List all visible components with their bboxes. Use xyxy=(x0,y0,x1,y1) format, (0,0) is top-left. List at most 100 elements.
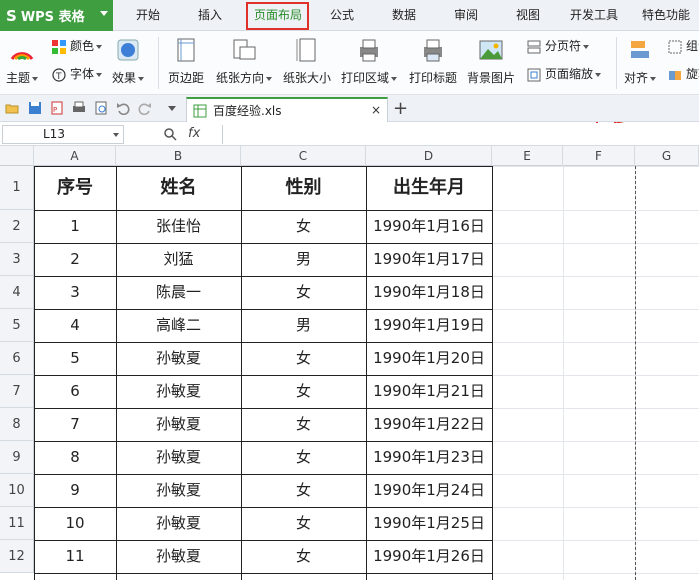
table-cell[interactable]: 1990年1月25日 xyxy=(366,507,492,540)
row-header-5[interactable]: 5 xyxy=(0,309,34,342)
margins-button[interactable]: 页边距 xyxy=(168,37,204,86)
name-box[interactable]: L13 xyxy=(2,125,124,144)
table-cell[interactable]: 1990年1月22日 xyxy=(366,408,492,441)
table-cell[interactable]: 高峰二 xyxy=(116,309,241,342)
table-cell[interactable]: 1 xyxy=(34,210,116,243)
print-icon[interactable] xyxy=(72,101,86,115)
table-cell[interactable]: 女 xyxy=(241,441,366,474)
table-cell[interactable]: 1990年1月26日 xyxy=(366,540,492,573)
row-header-12[interactable]: 12 xyxy=(0,540,34,573)
table-cell[interactable]: 1990年1月17日 xyxy=(366,243,492,276)
rotate-button[interactable]: 旋转 xyxy=(668,65,699,82)
table-header-cell[interactable]: 姓名 xyxy=(116,166,241,210)
row-header-6[interactable]: 6 xyxy=(0,342,34,375)
table-cell[interactable]: 孙敏夏 xyxy=(116,375,241,408)
table-cell[interactable]: 8 xyxy=(34,441,116,474)
print-area-button[interactable]: 打印区域 xyxy=(341,37,398,86)
insert-function-button[interactable]: fx xyxy=(188,126,200,141)
table-cell[interactable]: 女 xyxy=(241,507,366,540)
print-titles-button[interactable]: 打印标题 xyxy=(409,37,457,86)
row-header-3[interactable]: 3 xyxy=(0,243,34,276)
row-header-8[interactable]: 8 xyxy=(0,408,34,441)
effects-button[interactable]: 效果 xyxy=(112,37,145,86)
chevron-down-icon[interactable] xyxy=(113,133,119,137)
table-cell[interactable]: 陈晨一 xyxy=(116,276,241,309)
tab-view[interactable]: 视图 xyxy=(508,0,548,31)
open-folder-icon[interactable] xyxy=(5,101,19,115)
table-cell[interactable]: 1990年1月23日 xyxy=(366,441,492,474)
tab-developer[interactable]: 开发工具 xyxy=(563,0,625,31)
table-cell[interactable]: 女 xyxy=(241,408,366,441)
column-header-g[interactable]: G xyxy=(635,146,699,166)
table-cell[interactable]: 女 xyxy=(241,342,366,375)
align-button[interactable]: 对齐 xyxy=(624,37,657,86)
table-cell[interactable]: 张佳怡 xyxy=(116,210,241,243)
row-header-4[interactable]: 4 xyxy=(0,276,34,309)
table-cell[interactable]: 6 xyxy=(34,375,116,408)
table-cell[interactable]: 10 xyxy=(34,507,116,540)
table-cell[interactable]: 女 xyxy=(241,276,366,309)
table-cell[interactable]: 1990年1月24日 xyxy=(366,474,492,507)
group-button[interactable]: 组合 xyxy=(668,37,699,54)
table-cell[interactable]: 9 xyxy=(34,474,116,507)
formula-input[interactable] xyxy=(222,125,699,144)
export-pdf-icon[interactable]: P xyxy=(50,101,64,115)
table-cell[interactable]: 3 xyxy=(34,276,116,309)
table-cell[interactable]: 1990年1月18日 xyxy=(366,276,492,309)
tab-insert[interactable]: 插入 xyxy=(190,0,230,31)
table-cell[interactable]: 女 xyxy=(241,540,366,573)
page-breaks-button[interactable]: 分页符 xyxy=(527,37,590,54)
table-cell[interactable]: 女 xyxy=(241,474,366,507)
orientation-button[interactable]: 纸张方向 xyxy=(216,37,273,86)
tab-formulas[interactable]: 公式 xyxy=(322,0,362,31)
table-cell[interactable]: 5 xyxy=(34,342,116,375)
background-image-button[interactable]: 背景图片 xyxy=(467,37,515,86)
column-header-f[interactable]: F xyxy=(563,146,635,166)
select-all-corner[interactable] xyxy=(0,146,34,166)
theme-button[interactable]: 主题 xyxy=(6,37,39,86)
tab-special-features[interactable]: 特色功能 xyxy=(636,0,696,31)
table-cell[interactable]: 孙敏夏 xyxy=(116,441,241,474)
table-cell[interactable]: 7 xyxy=(34,408,116,441)
row-header-2[interactable]: 2 xyxy=(0,210,34,243)
document-tab[interactable]: 百度经验.xls × xyxy=(186,97,388,122)
table-cell[interactable]: 男 xyxy=(241,243,366,276)
fonts-button[interactable]: T 字体 xyxy=(52,65,103,82)
row-header-10[interactable]: 10 xyxy=(0,474,34,507)
spreadsheet-grid[interactable]: ABCDEFG 1 2 3 4 5 6 7 8 9 10 11 12 序号 姓名 性别 出生年月 1 张佳怡女 19… xyxy=(0,146,699,580)
table-cell[interactable]: 1990年1月21日 xyxy=(366,375,492,408)
column-header-c[interactable]: C xyxy=(241,146,366,166)
tab-home[interactable]: 开始 xyxy=(128,0,168,31)
column-header-a[interactable]: A xyxy=(34,146,116,166)
new-tab-icon[interactable]: + xyxy=(393,98,408,119)
redo-icon[interactable] xyxy=(138,101,152,115)
row-header-7[interactable]: 7 xyxy=(0,375,34,408)
table-cell[interactable]: 11 xyxy=(34,540,116,573)
table-cell[interactable]: 女 xyxy=(241,375,366,408)
quick-access-dropdown-icon[interactable] xyxy=(168,106,176,111)
table-cell[interactable]: 2 xyxy=(34,243,116,276)
table-cell[interactable]: 刘猛 xyxy=(116,243,241,276)
table-cell[interactable]: 孙敏夏 xyxy=(116,474,241,507)
table-cell[interactable]: 1990年1月19日 xyxy=(366,309,492,342)
table-header-cell[interactable]: 出生年月 xyxy=(366,166,492,210)
colors-button[interactable]: 颜色 xyxy=(52,37,103,54)
paper-size-button[interactable]: 纸张大小 xyxy=(283,37,331,86)
table-cell[interactable]: 男 xyxy=(241,309,366,342)
tab-review[interactable]: 审阅 xyxy=(446,0,486,31)
column-header-b[interactable]: B xyxy=(116,146,241,166)
table-cell[interactable]: 孙敏夏 xyxy=(116,408,241,441)
app-menu-button[interactable]: S WPS 表格 xyxy=(0,0,113,31)
table-cell[interactable]: 1990年1月20日 xyxy=(366,342,492,375)
print-preview-icon[interactable] xyxy=(94,101,108,115)
undo-icon[interactable] xyxy=(116,101,130,115)
table-cell[interactable]: 1990年1月16日 xyxy=(366,210,492,243)
table-header-cell[interactable]: 性别 xyxy=(241,166,366,210)
close-icon[interactable]: × xyxy=(371,103,381,117)
table-cell[interactable]: 4 xyxy=(34,309,116,342)
zoom-icon[interactable] xyxy=(163,127,177,141)
row-header-9[interactable]: 9 xyxy=(0,441,34,474)
row-header-1[interactable]: 1 xyxy=(0,166,34,210)
column-header-d[interactable]: D xyxy=(366,146,492,166)
table-cell[interactable]: 孙敏夏 xyxy=(116,342,241,375)
